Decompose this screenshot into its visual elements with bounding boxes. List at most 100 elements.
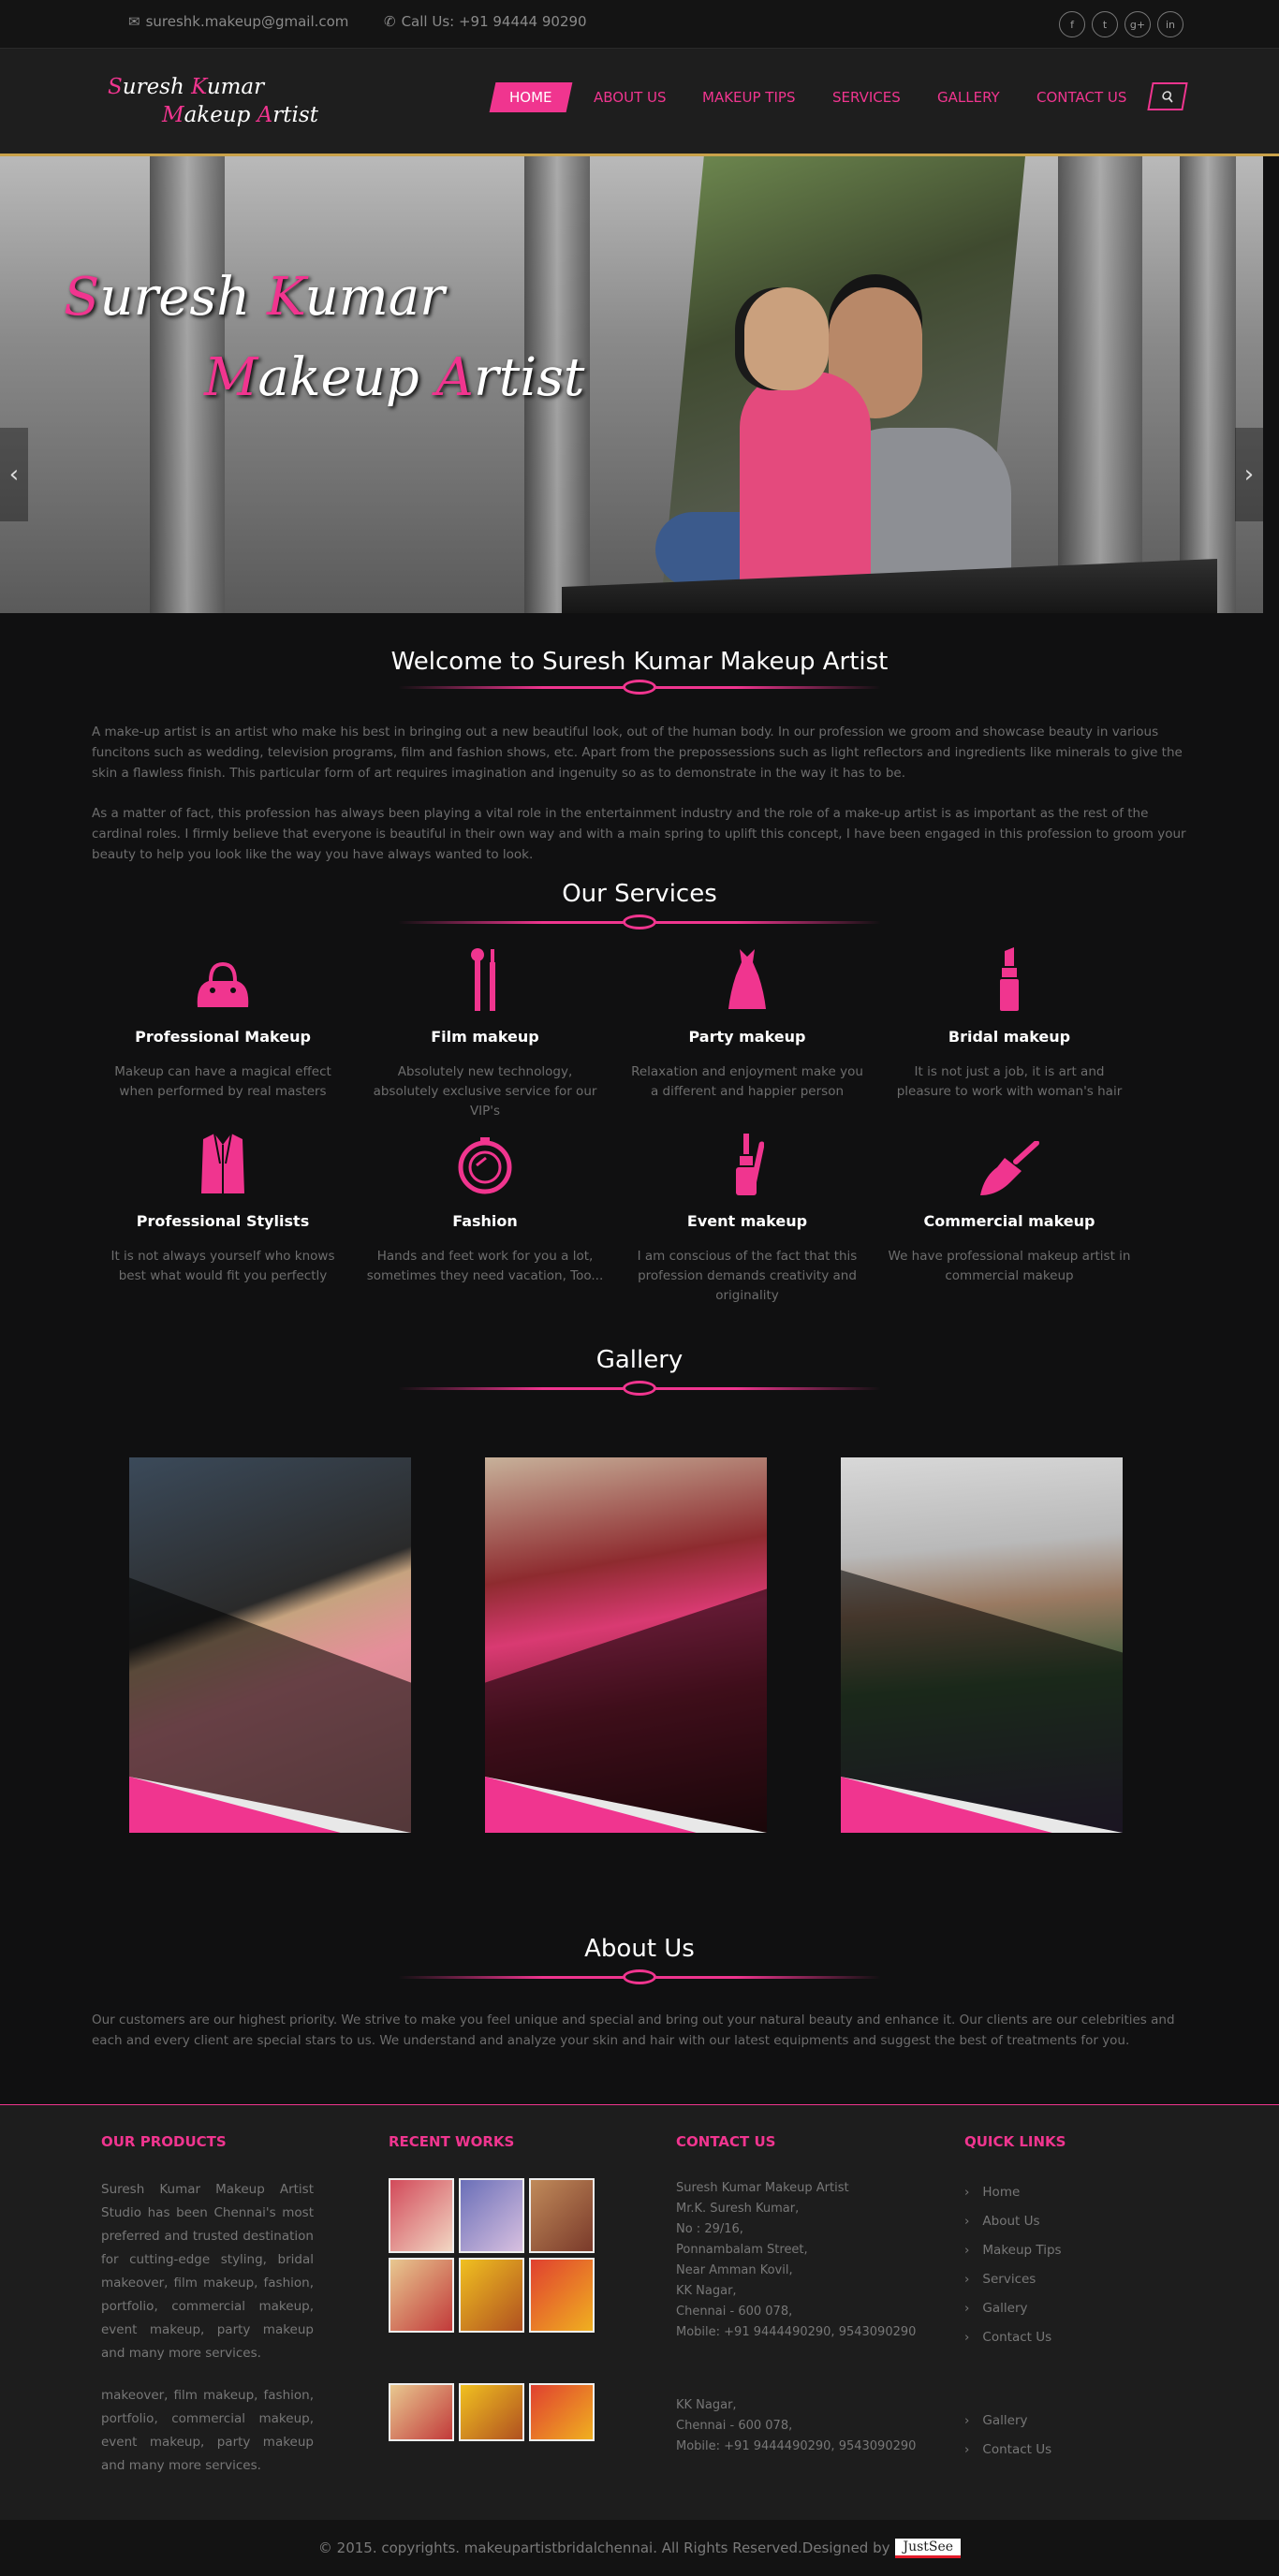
service-description: Hands and feet work for you a lot, somet…: [366, 1249, 604, 1283]
about-title: About Us: [584, 1935, 695, 1963]
recent-works-grid: [389, 2178, 595, 2333]
address-line[interactable]: Mobile: +91 9444490290, 9543090290: [676, 2322, 919, 2343]
address-line: Ponnambalam Street,: [676, 2243, 808, 2257]
recent-work-thumb[interactable]: [529, 2383, 595, 2441]
quick-link-makeup-tips[interactable]: Makeup Tips: [964, 2236, 1066, 2265]
services-title: Our Services: [562, 880, 717, 908]
search-icon: [1162, 91, 1173, 103]
nail-polish-icon: [736, 1134, 764, 1195]
logo-line-2: Makeup Artist: [162, 103, 318, 127]
copyright-text: © 2015. copyrights. makeupartistbridalch…: [317, 2539, 890, 2556]
email-contact[interactable]: ✉ sureshk.makeup@gmail.com: [128, 13, 348, 30]
service-fashion[interactable]: Fashion Hands and feet work for you a lo…: [363, 1130, 607, 1286]
service-description: We have professional makeup artist in co…: [888, 1249, 1131, 1283]
section-divider: [398, 680, 881, 695]
service-name: Commercial makeup: [923, 1212, 1095, 1230]
quick-link-services[interactable]: Services: [964, 2265, 1066, 2294]
slider-next-button[interactable]: ›: [1235, 428, 1263, 521]
linkedin-icon[interactable]: in: [1157, 11, 1183, 37]
nav-gallery[interactable]: GALLERY: [937, 89, 1000, 106]
compact-mirror-icon: [458, 1137, 512, 1194]
phone-text: Call Us: +91 94444 90290: [401, 13, 587, 30]
quick-link-contact-us[interactable]: Contact Us: [964, 2323, 1066, 2352]
service-professional-makeup[interactable]: Professional Makeup Makeup can have a ma…: [101, 945, 345, 1102]
service-commercial-makeup[interactable]: Commercial makeup We have professional m…: [888, 1130, 1131, 1286]
service-film-makeup[interactable]: Film makeup Absolutely new technology, a…: [363, 945, 607, 1121]
nav-home[interactable]: HOME: [489, 82, 572, 112]
service-name: Fashion: [452, 1212, 518, 1230]
logo[interactable]: Suresh Kumar Makeup Artist: [108, 73, 332, 139]
google-plus-icon[interactable]: g+: [1125, 11, 1151, 37]
service-description: It is not always yourself who knows best…: [110, 1249, 335, 1283]
twitter-icon[interactable]: t: [1092, 11, 1118, 37]
gallery-image[interactable]: [485, 1457, 767, 1833]
recent-work-thumb[interactable]: [389, 2258, 454, 2333]
quick-link-gallery[interactable]: Gallery: [964, 2294, 1066, 2323]
nav-services[interactable]: SERVICES: [832, 89, 901, 106]
nav-makeup-tips[interactable]: MAKEUP TIPS: [702, 89, 795, 106]
quick-links-list-2: Gallery Contact Us: [964, 2407, 1066, 2465]
recent-work-thumb[interactable]: [459, 2383, 524, 2441]
gallery-image[interactable]: [841, 1457, 1123, 1833]
recent-work-thumb[interactable]: [389, 2178, 454, 2253]
address-line: KK Nagar,: [676, 2284, 737, 2298]
logo-line-1: Suresh Kumar: [108, 75, 265, 99]
quick-link-about-us[interactable]: About Us: [964, 2207, 1066, 2236]
service-description: Absolutely new technology, absolutely ex…: [373, 1064, 597, 1119]
service-party-makeup[interactable]: Party makeup Relaxation and enjoyment ma…: [625, 945, 869, 1102]
envelope-icon: ✉: [128, 13, 140, 30]
section-divider: [398, 1969, 881, 1984]
handbag-icon: [197, 961, 249, 1007]
phone-icon: ✆: [384, 13, 396, 30]
hero-slider: Suresh Kumar Makeup Artist ‹ ›: [0, 156, 1263, 613]
section-divider: [398, 1381, 881, 1396]
footer-recent-works: RECENT WORKS: [389, 2133, 595, 2441]
dress-icon: [728, 949, 766, 1009]
social-links: f t g+ in: [1059, 11, 1183, 37]
service-event-makeup[interactable]: Event makeup I am conscious of the fact …: [625, 1130, 869, 1306]
chevron-left-icon: ‹: [8, 461, 20, 489]
service-name: Professional Stylists: [136, 1212, 310, 1230]
welcome-paragraph-2: As a matter of fact, this profession has…: [92, 806, 1186, 862]
footer: OUR PRODUCTS Suresh Kumar Makeup Artist …: [0, 2104, 1279, 2520]
brushes-icon: [471, 948, 495, 1011]
recent-work-thumb[interactable]: [529, 2178, 595, 2253]
service-name: Film makeup: [431, 1028, 539, 1046]
phone-contact[interactable]: ✆ Call Us: +91 94444 90290: [384, 13, 587, 30]
products-text-2: makeover, film makeup, fashion, portfoli…: [101, 2388, 314, 2473]
quick-link-gallery[interactable]: Gallery: [964, 2407, 1066, 2436]
recent-work-thumb[interactable]: [529, 2258, 595, 2333]
footer-contact: CONTACT US Suresh Kumar Makeup Artist Mr…: [676, 2133, 919, 2457]
hero-title: Suresh Kumar Makeup Artist: [64, 257, 584, 418]
facebook-icon[interactable]: f: [1059, 11, 1085, 37]
recent-work-thumb[interactable]: [389, 2383, 454, 2441]
quick-link-contact-us[interactable]: Contact Us: [964, 2436, 1066, 2465]
service-bridal-makeup[interactable]: Bridal makeup It is not just a job, it i…: [888, 945, 1131, 1102]
slider-prev-button[interactable]: ‹: [0, 428, 28, 521]
designer-logo[interactable]: JustSee: [895, 2538, 962, 2558]
address-line[interactable]: Mobile: +91 9444490290, 9543090290: [676, 2437, 919, 2457]
welcome-title: Welcome to Suresh Kumar Makeup Artist: [390, 648, 889, 676]
address-line: Near Amman Kovil,: [676, 2263, 793, 2277]
gallery-image[interactable]: [129, 1457, 411, 1833]
address-line: No : 29/16,: [676, 2222, 743, 2236]
service-description: It is not just a job, it is art and plea…: [896, 1064, 1123, 1099]
quick-link-home[interactable]: Home: [964, 2178, 1066, 2207]
footer-products: OUR PRODUCTS Suresh Kumar Makeup Artist …: [101, 2133, 314, 2478]
recent-work-thumb[interactable]: [459, 2258, 524, 2333]
products-text: Suresh Kumar Makeup Artist Studio has be…: [101, 2182, 314, 2361]
quick-links-list: Home About Us Makeup Tips Services Galle…: [964, 2178, 1066, 2352]
address-line: Mr.K. Suresh Kumar,: [676, 2202, 800, 2216]
footer-heading: OUR PRODUCTS: [101, 2133, 227, 2150]
footer-quick-links: QUICK LINKS Home About Us Makeup Tips Se…: [964, 2133, 1066, 2465]
lipstick-icon: [1000, 947, 1019, 1011]
nav-about-us[interactable]: ABOUT US: [594, 89, 667, 106]
nav-contact-us[interactable]: CONTACT US: [1036, 89, 1126, 106]
search-button[interactable]: [1147, 82, 1188, 110]
welcome-paragraph-1: A make-up artist is an artist who make h…: [92, 724, 1183, 781]
email-text: sureshk.makeup@gmail.com: [145, 13, 349, 30]
service-professional-stylists[interactable]: Professional Stylists It is not always y…: [101, 1130, 345, 1286]
address-line: Chennai - 600 078,: [676, 2419, 793, 2433]
recent-work-thumb[interactable]: [459, 2178, 524, 2253]
service-description: Relaxation and enjoyment make you a diff…: [631, 1064, 863, 1099]
